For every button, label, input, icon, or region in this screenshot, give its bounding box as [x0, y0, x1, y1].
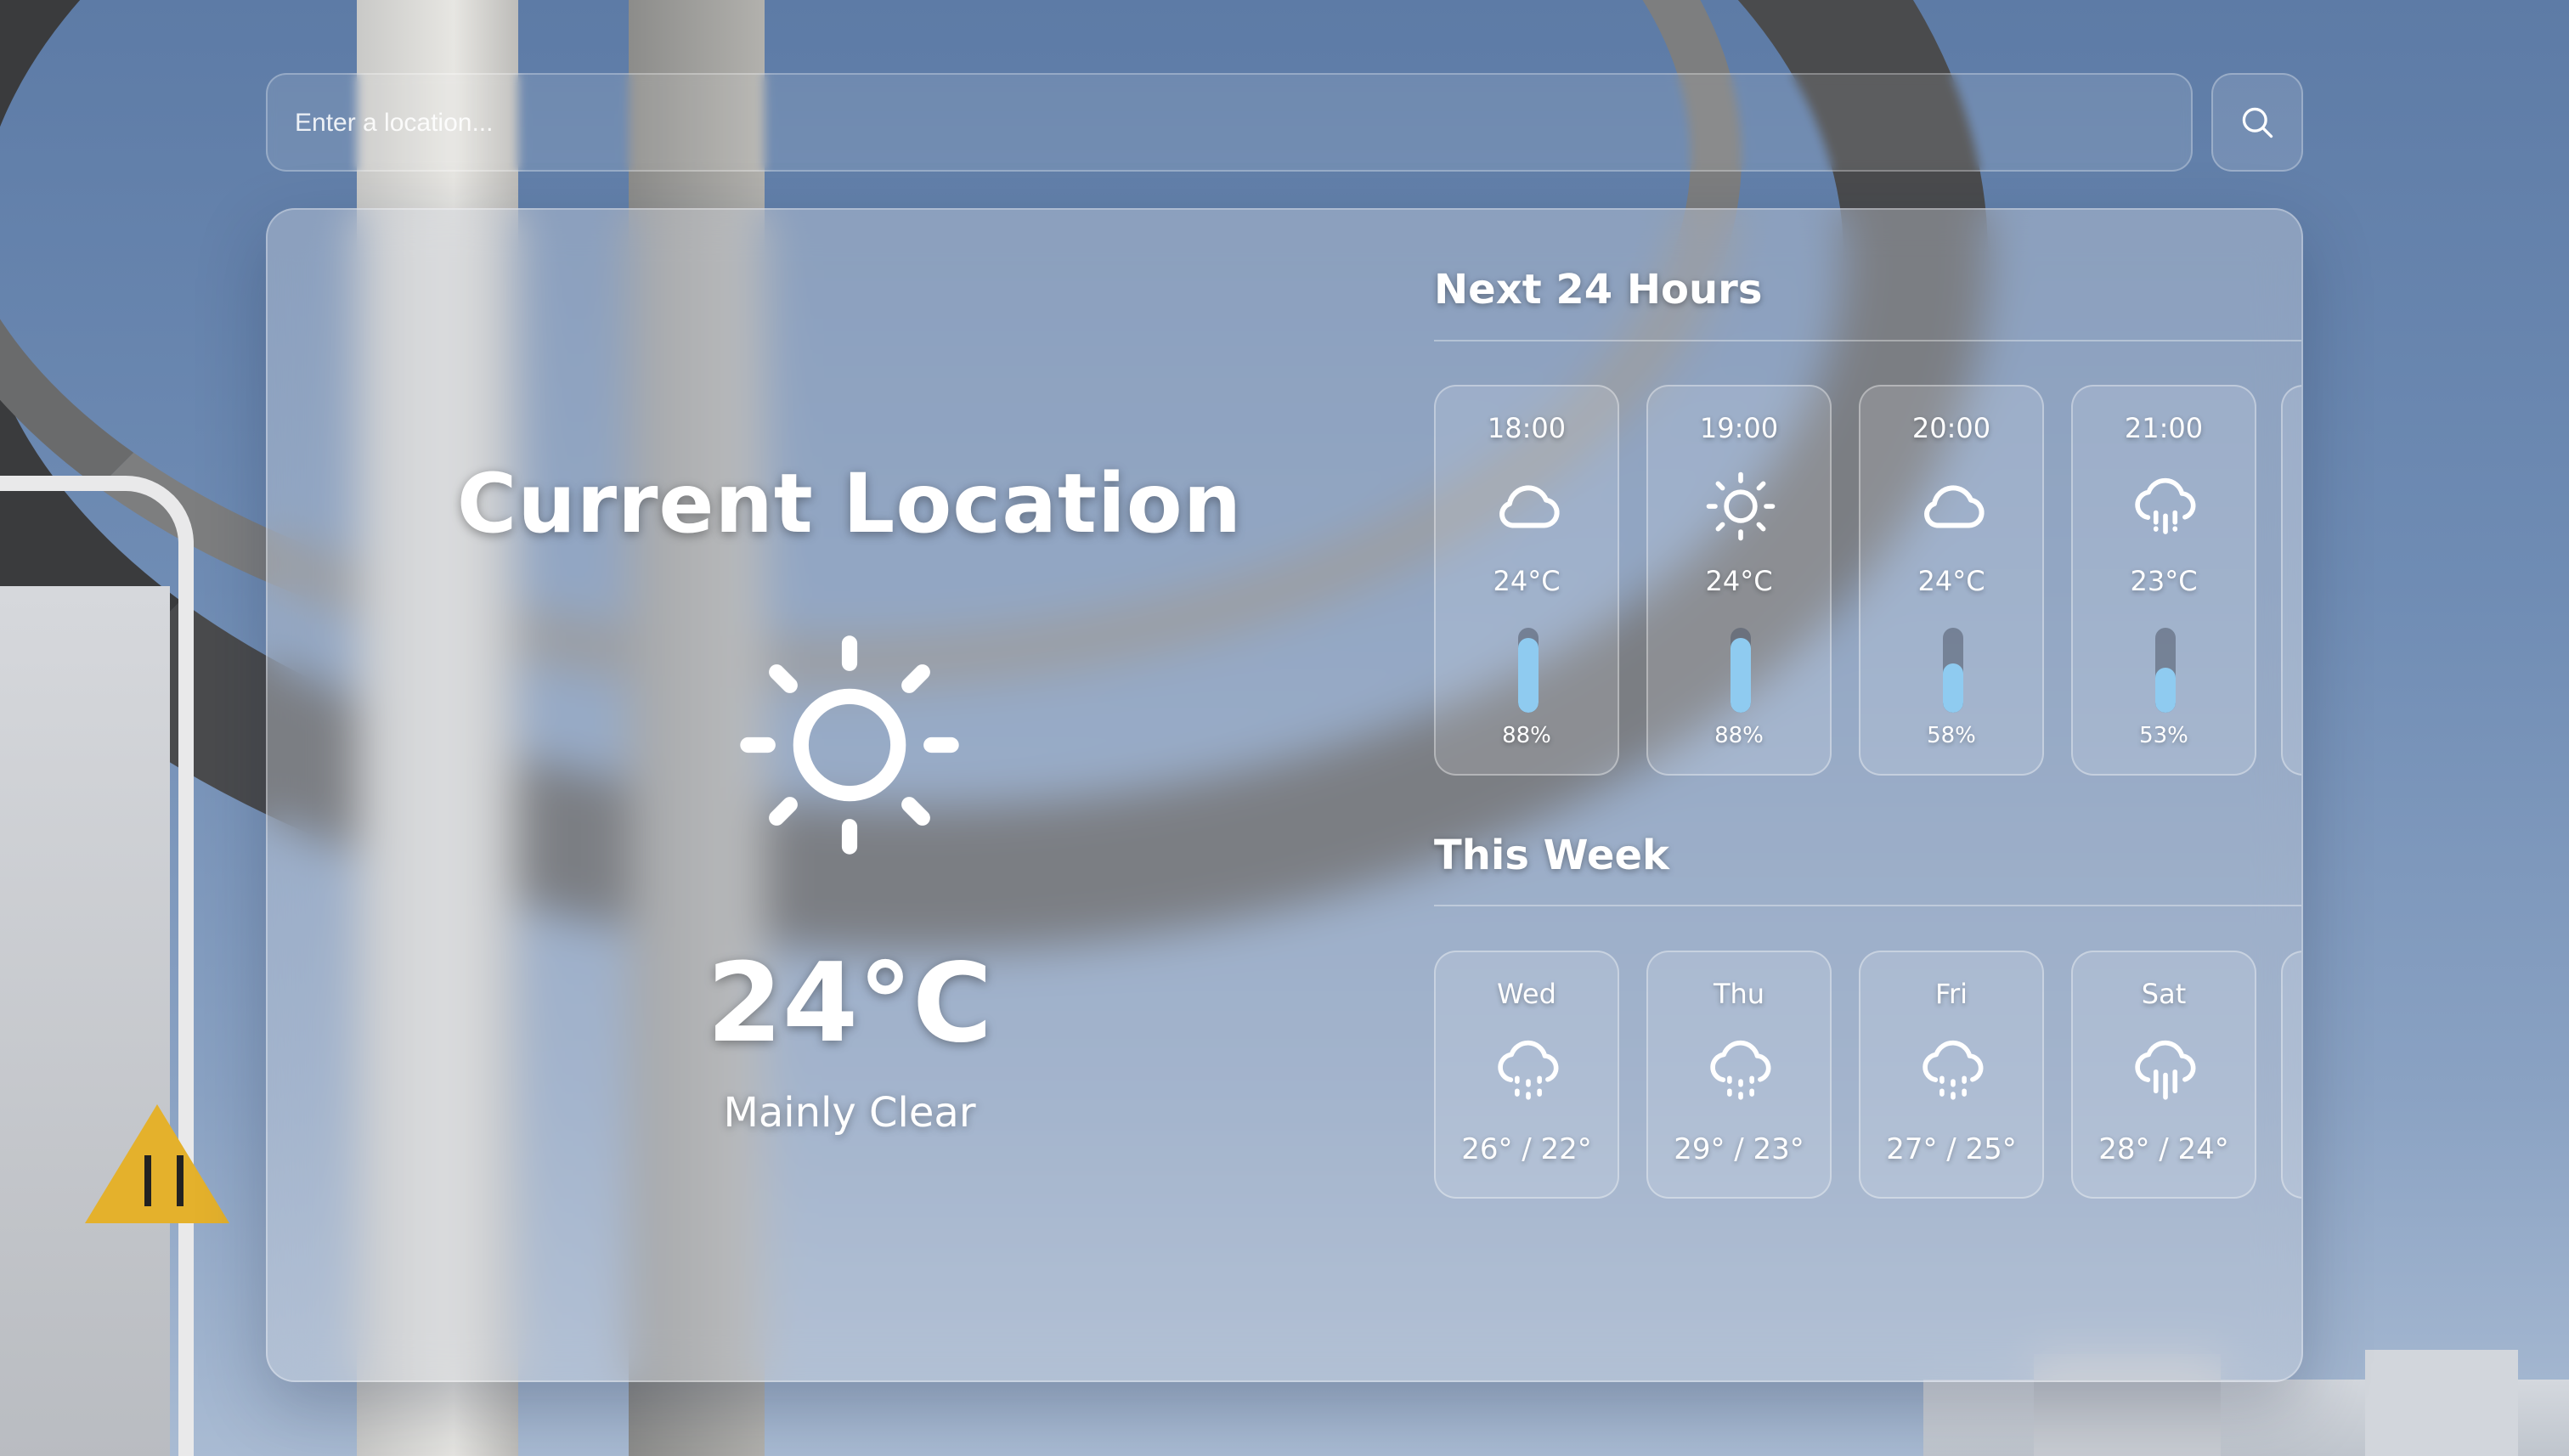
humidity-percent: 58%	[1927, 723, 1976, 748]
humidity-bar	[1518, 628, 1539, 713]
hour-time: 21:00	[2124, 412, 2204, 444]
cloud-rain-icon	[2135, 1040, 2196, 1100]
daily-card-partial	[2281, 951, 2301, 1199]
current-weather: Current Location 24°C Mainly Clear	[268, 210, 1431, 1380]
hourly-card: 18:00 24°C 88%	[1434, 385, 1619, 776]
daily-card: Sat 28° / 24°	[2071, 951, 2256, 1199]
hourly-title: Next 24 Hours	[1434, 266, 1763, 313]
temperature-range: 28° / 24°	[2098, 1132, 2229, 1166]
sun-icon	[1706, 471, 1776, 541]
humidity-bar	[2155, 628, 2176, 713]
humidity-bar	[1731, 628, 1751, 713]
search-icon	[2242, 107, 2273, 138]
day-name: Wed	[1497, 978, 1556, 1010]
search-button[interactable]	[2211, 73, 2303, 172]
temperature-range: 27° / 25°	[1886, 1132, 2017, 1166]
current-temperature: 24°C	[706, 940, 993, 1067]
hour-temperature: 24°C	[1917, 565, 1985, 597]
current-condition: Mainly Clear	[723, 1089, 976, 1137]
hourly-card-partial	[2281, 385, 2301, 776]
sun-icon	[740, 635, 959, 855]
hour-temperature: 24°C	[1705, 565, 1773, 597]
cloud-icon	[1499, 485, 1560, 528]
day-name: Thu	[1713, 978, 1765, 1010]
daily-card: Thu 29° / 23°	[1646, 951, 1832, 1199]
search-bar	[266, 73, 2193, 172]
hour-time: 19:00	[1699, 412, 1779, 444]
hour-time: 20:00	[1911, 412, 1991, 444]
hourly-card: 19:00 24°C 88%	[1646, 385, 1832, 776]
location-title: Current Location	[456, 456, 1243, 551]
cloud-drizzle-icon	[1710, 1040, 1771, 1100]
cloud-icon	[1924, 485, 1985, 528]
humidity-percent: 53%	[2139, 723, 2188, 748]
hour-time: 18:00	[1487, 412, 1567, 444]
hourly-card: 20:00 24°C 58%	[1859, 385, 2044, 776]
weather-panel: Current Location 24°C Mainly Clear Next …	[266, 208, 2303, 1382]
cloud-drizzle-icon	[1498, 1040, 1559, 1100]
cloud-drizzle-icon	[1923, 1040, 1984, 1100]
hourly-card: 21:00 23°C 53%	[2071, 385, 2256, 776]
daily-card: Fri 27° / 25°	[1859, 951, 2044, 1199]
hourly-divider	[1434, 340, 2301, 341]
humidity-bar	[1943, 628, 1963, 713]
hour-temperature: 24°C	[1493, 565, 1561, 597]
cloud-rain-icon	[2135, 477, 2196, 534]
daily-card: Wed 26° / 22°	[1434, 951, 1619, 1199]
location-search-input[interactable]	[293, 75, 2165, 172]
temperature-range: 26° / 22°	[1461, 1132, 1592, 1166]
day-name: Sat	[2141, 978, 2187, 1010]
humidity-percent: 88%	[1502, 723, 1551, 748]
weekly-divider	[1434, 905, 2301, 906]
day-name: Fri	[1934, 978, 1968, 1010]
humidity-percent: 88%	[1714, 723, 1764, 748]
weekly-title: This Week	[1434, 832, 1669, 879]
hour-temperature: 23°C	[2130, 565, 2198, 597]
temperature-range: 29° / 23°	[1674, 1132, 1804, 1166]
